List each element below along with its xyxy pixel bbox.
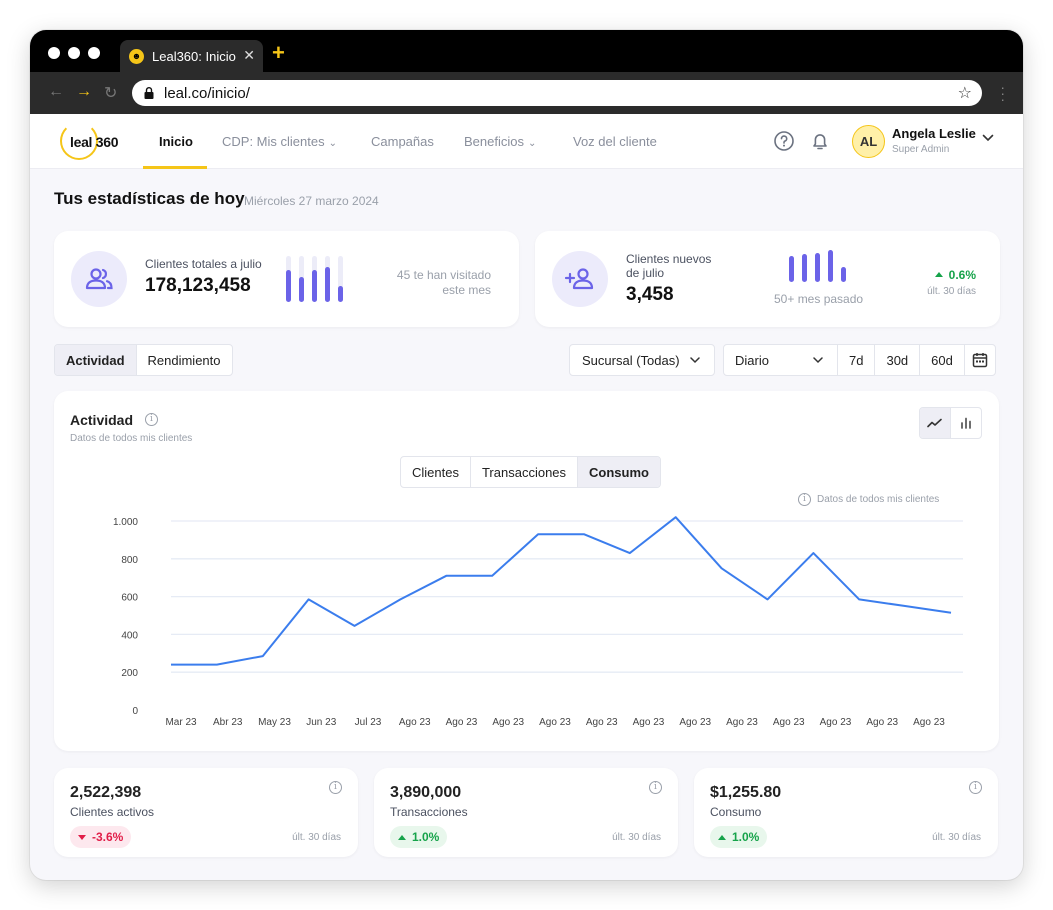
arrow-down-icon	[78, 834, 86, 840]
x-tick-label: Ago 23	[399, 717, 431, 728]
kpi-card-transacciones: 3,890,000 Transacciones i 1.0% últ. 30 d…	[374, 768, 678, 857]
y-tick-label: 200	[121, 668, 138, 679]
x-tick-label: Ago 23	[820, 717, 852, 728]
x-tick-label: Abr 23	[213, 717, 243, 728]
kpi-period: últ. 30 días	[612, 832, 661, 843]
kpi-period: últ. 30 días	[292, 832, 341, 843]
kpi-value: $1,255.80	[710, 784, 782, 801]
kpi-label: Consumo	[710, 805, 762, 819]
y-tick-label: 1.000	[113, 517, 138, 528]
x-tick-label: Jun 23	[306, 717, 336, 728]
x-tick-label: Ago 23	[773, 717, 805, 728]
x-tick-label: Ago 23	[913, 717, 945, 728]
browser-window: ☻ Leal360: Inicio ✕ + ← → ↻ leal.co/inic…	[30, 30, 1023, 880]
kpi-label: Clientes activos	[70, 805, 155, 819]
kpi-card-consumo: $1,255.80 Consumo i 1.0% últ. 30 días	[694, 768, 998, 857]
x-tick-label: Ago 23	[446, 717, 478, 728]
y-tick-label: 800	[121, 555, 138, 566]
y-tick-label: 0	[132, 706, 138, 717]
x-tick-label: Ago 23	[539, 717, 571, 728]
kpi-value: 2,522,398	[70, 784, 142, 801]
kpi-delta-value: 1.0%	[412, 830, 440, 844]
info-icon[interactable]: i	[329, 781, 342, 794]
x-tick-label: Ago 23	[866, 717, 898, 728]
kpi-value: 3,890,000	[390, 784, 462, 801]
kpi-delta: 1.0%	[390, 826, 448, 848]
kpi-period: últ. 30 días	[932, 832, 981, 843]
kpi-card-clientes-activos: 2,522,398 Clientes activos i -3.6% últ. …	[54, 768, 358, 857]
arrow-up-icon	[398, 834, 406, 840]
kpi-delta-value: -3.6%	[92, 830, 124, 844]
kpi-label: Transacciones	[390, 805, 468, 819]
y-tick-label: 600	[121, 593, 138, 604]
kpi-delta: -3.6%	[70, 826, 132, 848]
kpi-delta: 1.0%	[710, 826, 768, 848]
x-tick-label: Jul 23	[355, 717, 382, 728]
x-tick-label: Ago 23	[633, 717, 665, 728]
x-tick-label: Ago 23	[726, 717, 758, 728]
x-tick-label: Ago 23	[679, 717, 711, 728]
x-tick-label: Ago 23	[586, 717, 618, 728]
kpi-delta-value: 1.0%	[732, 830, 760, 844]
x-tick-label: Ago 23	[492, 717, 524, 728]
activity-line-chart: 0 200 400 600 800 1.000 Mar 23 Abr 23 May 23 Jun …	[113, 516, 963, 728]
series-line	[171, 516, 952, 666]
x-tick-label: May 23	[258, 717, 291, 728]
info-icon[interactable]: i	[649, 781, 662, 794]
y-tick-label: 400	[121, 630, 138, 641]
arrow-up-icon	[718, 834, 726, 840]
info-icon[interactable]: i	[969, 781, 982, 794]
x-tick-label: Mar 23	[165, 717, 197, 728]
